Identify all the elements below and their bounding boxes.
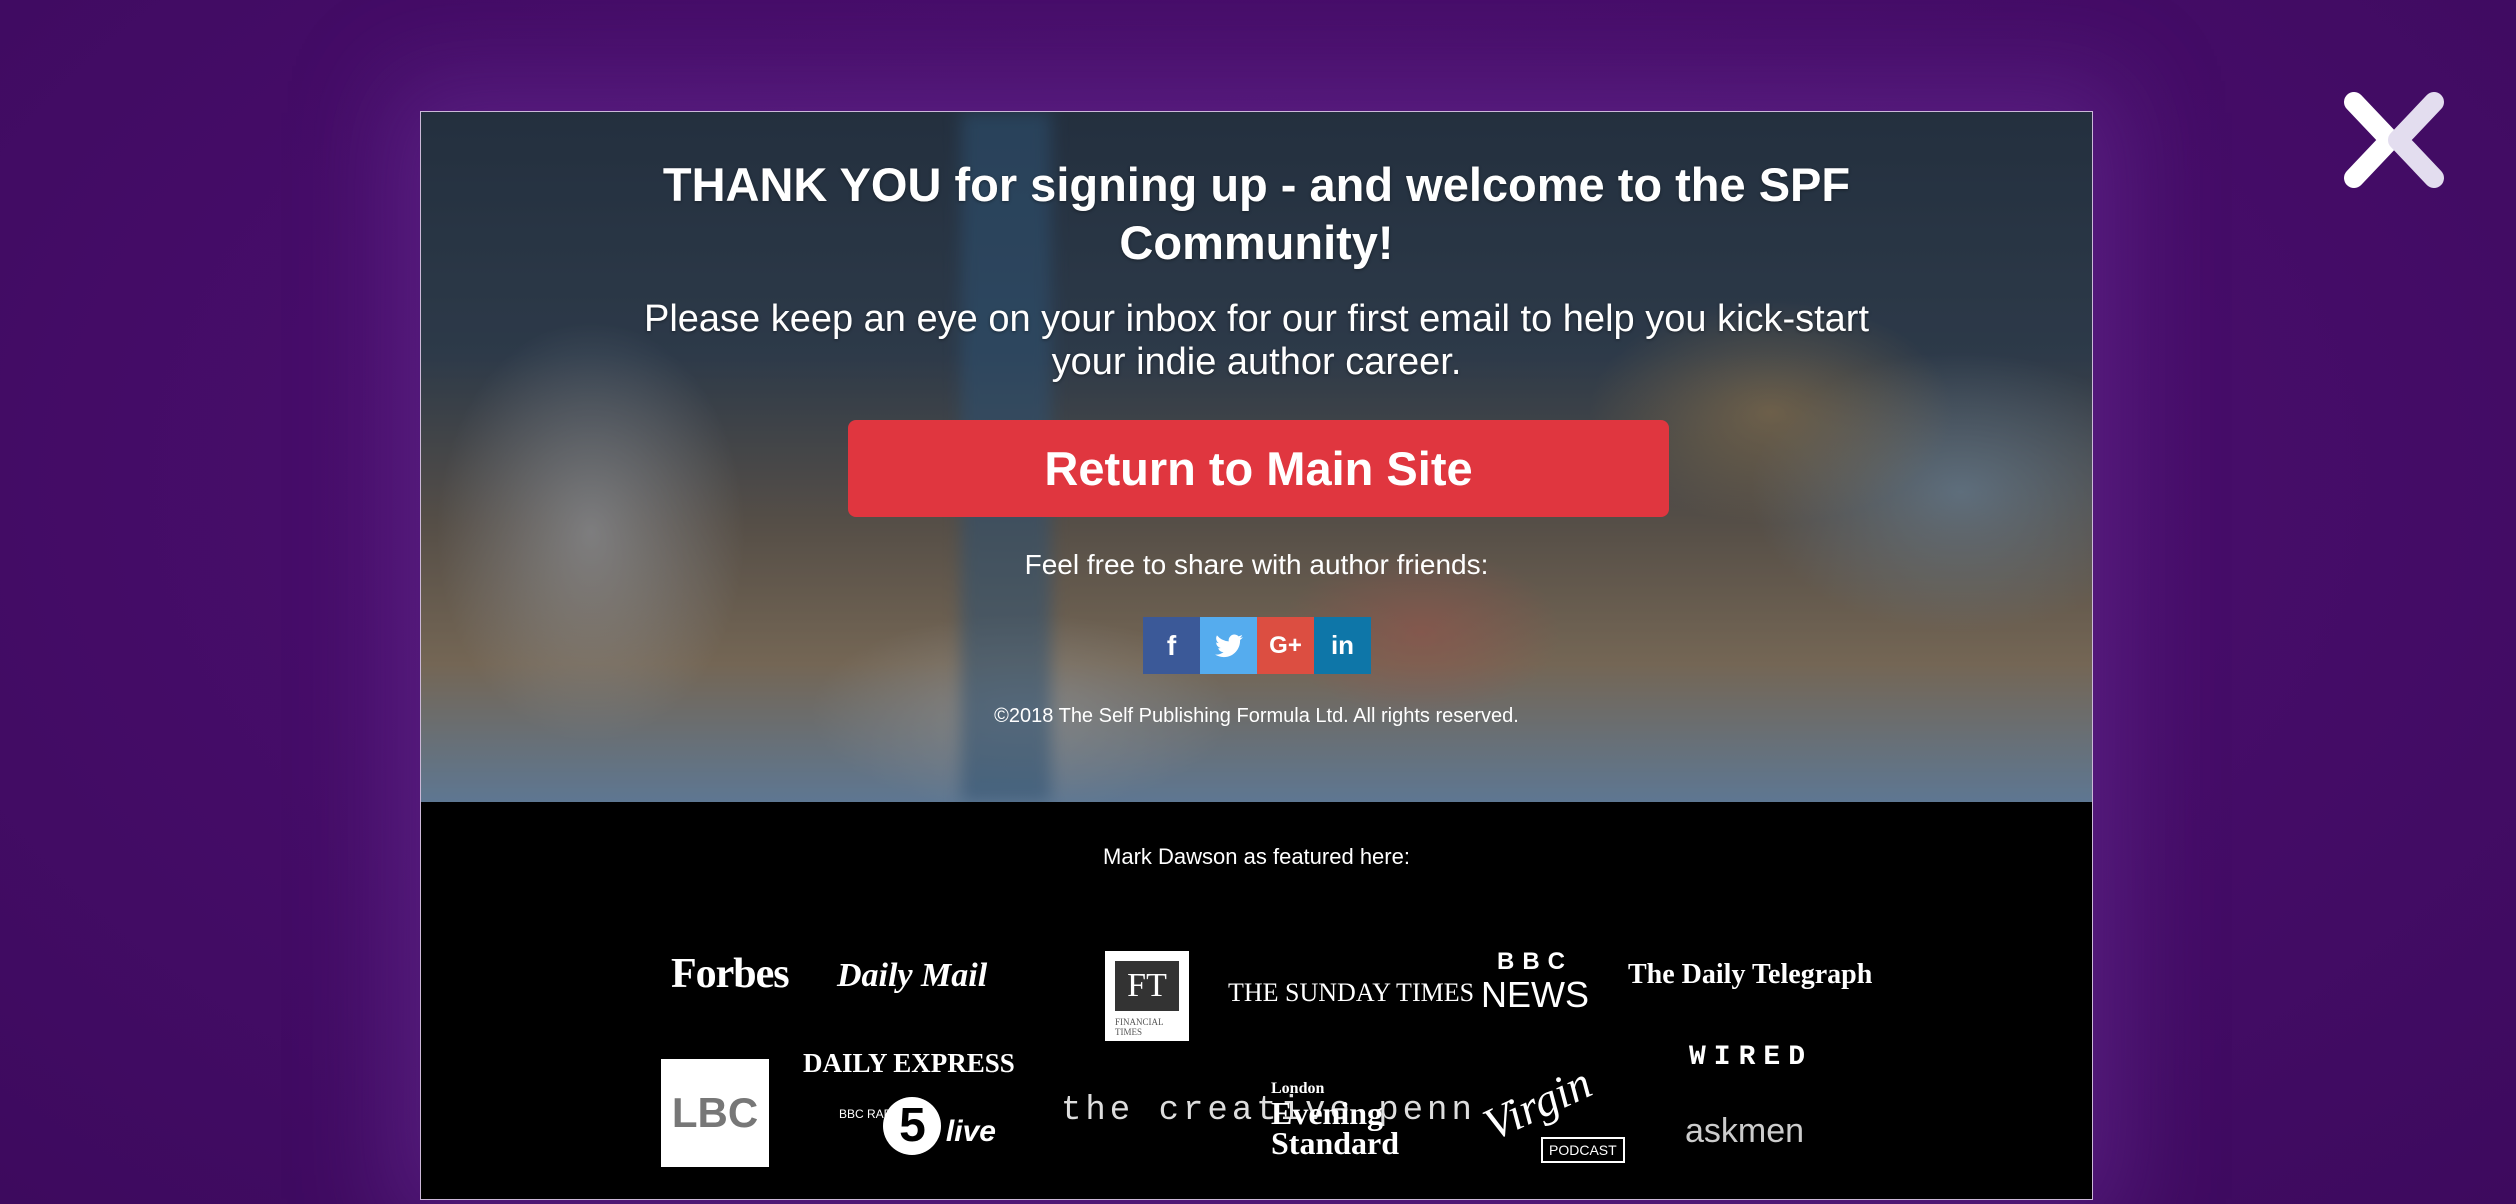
share-label: Feel free to share with author friends: [1024, 549, 1489, 580]
page-title: THANK YOU for signing up - and welcome t… [662, 158, 1851, 269]
logo-sunday-times: THE SUNDAY TIMES [1228, 978, 1475, 1007]
logo-daily-mail: Daily Mail [837, 957, 988, 994]
return-to-main-site-button[interactable]: Return to Main Site [848, 420, 1669, 517]
copyright: ©2018 The Self Publishing Formula Ltd. A… [994, 705, 1519, 727]
facebook-icon[interactable]: f [1143, 617, 1200, 674]
twitter-icon[interactable] [1200, 617, 1257, 674]
linkedin-icon[interactable]: in [1314, 617, 1371, 674]
hero-section: THANK YOU for signing up - and welcome t… [421, 112, 2092, 802]
logo-bbc-news: BBC NEWS [1481, 948, 1589, 1015]
logo-askmen: askmen [1685, 1112, 1805, 1150]
logo-virgin-podcast: Virgin PODCAST [1475, 1057, 1625, 1163]
thank-you-modal: THANK YOU for signing up - and welcome t… [420, 111, 2093, 1200]
social-share-buttons: f G+ in [1143, 617, 1371, 674]
logo-bbc-radio-5-live: BBC RADIO 5 live [839, 1097, 996, 1155]
logo-ft: FT FINANCIAL TIMES [1105, 951, 1189, 1041]
google-plus-icon[interactable]: G+ [1257, 617, 1314, 674]
logo-daily-express: DAILY EXPRESS [803, 1048, 1015, 1078]
logo-forbes: Forbes [671, 951, 790, 997]
logo-evening-standard: London Evening Standard [1271, 1080, 1400, 1161]
logo-daily-telegraph: The Daily Telegraph [1628, 959, 1873, 990]
subtitle: Please keep an eye on your inbox for our… [643, 298, 1870, 383]
logo-wired: WIRED [1689, 1042, 1814, 1073]
featured-label: Mark Dawson as featured here: [1103, 844, 1410, 869]
logo-lbc: LBC [661, 1059, 769, 1167]
close-icon[interactable] [2340, 88, 2448, 192]
